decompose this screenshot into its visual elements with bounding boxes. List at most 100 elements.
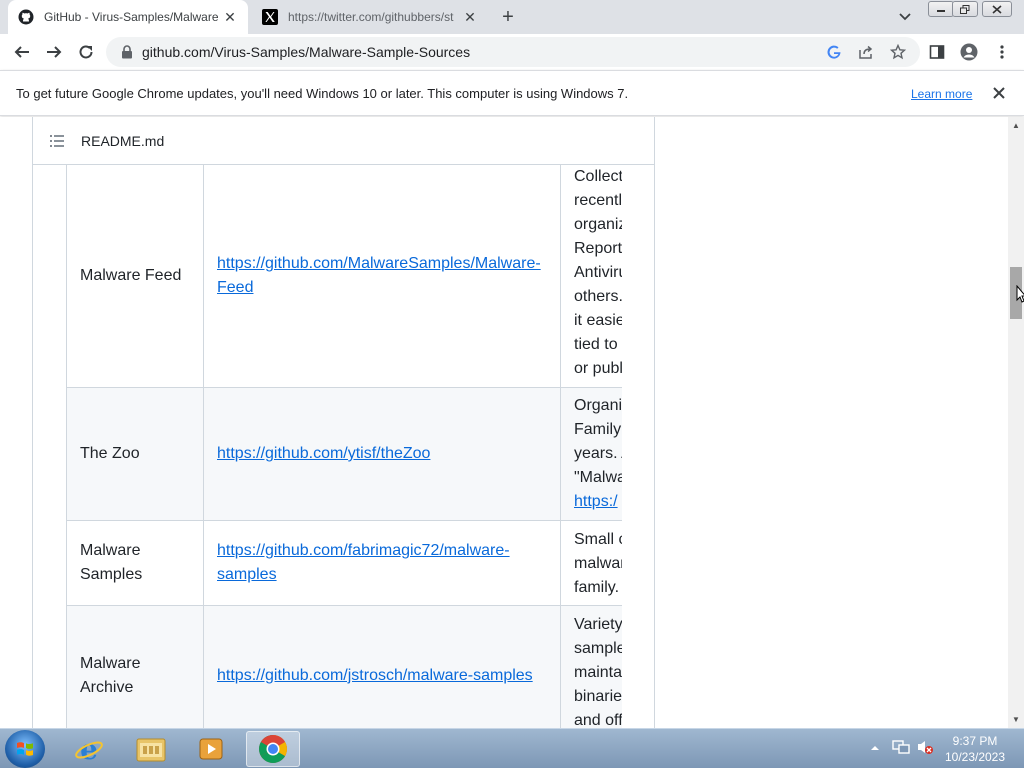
description-line: malwar <box>574 555 622 572</box>
new-tab-button[interactable]: + <box>498 6 518 28</box>
x-twitter-icon <box>262 9 278 25</box>
system-tray <box>866 729 934 768</box>
browser-toolbar: github.com/Virus-Samples/Malware-Sample-… <box>0 34 1024 70</box>
start-button[interactable] <box>5 730 45 768</box>
table-cell-name: Malware Feed <box>66 165 203 387</box>
star-icon[interactable] <box>889 43 907 61</box>
table-cell-description: Organiz Family years. A "Malwa https:/ <box>560 388 622 520</box>
table-cell-name: Malware Samples <box>66 521 203 605</box>
source-name: Malware Archive <box>80 654 141 696</box>
update-infobar: To get future Google Chrome updates, you… <box>0 70 1024 116</box>
reload-icon[interactable] <box>74 40 98 64</box>
source-link[interactable]: samples <box>217 566 277 583</box>
internet-explorer-icon[interactable]: e <box>62 731 116 767</box>
table-row: Malware Archive https://github.com/jstro… <box>66 606 622 728</box>
table-cell-link: https://github.com/fabrimagic72/malware-… <box>203 521 560 605</box>
url-text: github.com/Virus-Samples/Malware-Sample-… <box>142 44 471 60</box>
source-description: Variety sample mainta binarie and off <box>574 613 622 728</box>
windows-explorer-icon[interactable] <box>124 731 178 767</box>
network-icon[interactable] <box>892 739 910 760</box>
mouse-cursor-icon <box>1016 284 1024 305</box>
description-line: years. A <box>574 445 622 462</box>
tab-close-icon[interactable]: ✕ <box>222 9 238 25</box>
description-line: recently <box>574 192 622 209</box>
sources-table: Malware Feed https://github.com/MalwareS… <box>66 165 622 728</box>
table-cell-name: The Zoo <box>66 388 203 520</box>
scroll-up-icon[interactable]: ▲ <box>1012 121 1020 130</box>
google-lens-icon[interactable] <box>825 43 843 61</box>
source-name: Malware Feed <box>80 267 182 284</box>
source-name: The Zoo <box>80 445 140 462</box>
source-link-text: https://github.com/MalwareSamples/Malwar… <box>217 252 550 300</box>
profile-avatar-icon[interactable] <box>960 43 978 61</box>
readme-panel: README.md Malware Feed https://github.co… <box>32 117 655 728</box>
description-line: https:/ <box>574 490 622 514</box>
taskbar-clock[interactable]: 9:37 PM 10/23/2023 <box>940 733 1010 765</box>
table-cell-description: Collect recently organiz Reports Antivir… <box>560 165 622 387</box>
source-link-text: https://github.com/fabrimagic72/malware-… <box>217 539 550 587</box>
table-row: The Zoo https://github.com/ytisf/theZoo … <box>66 388 622 521</box>
media-player-icon[interactable] <box>184 731 238 767</box>
description-line: and off <box>574 712 622 728</box>
tab-title: GitHub - Virus-Samples/Malware <box>44 10 218 24</box>
description-line: organiz <box>574 216 622 233</box>
description-line: Organiz <box>574 397 622 414</box>
readme-filename: README.md <box>81 133 165 149</box>
forward-arrow-icon[interactable] <box>42 40 66 64</box>
tab-close-icon[interactable]: ✕ <box>462 9 478 25</box>
table-row: Malware Feed https://github.com/MalwareS… <box>66 165 622 388</box>
description-line: Variety <box>574 616 622 633</box>
windows-logo-icon <box>17 742 33 756</box>
table-cell-name: Malware Archive <box>66 606 203 728</box>
description-line: Reports <box>574 240 622 257</box>
tab-strip: GitHub - Virus-Samples/Malware ✕ https:/… <box>0 0 1024 34</box>
description-line: Collect <box>574 168 622 185</box>
description-line: Antiviru <box>574 264 622 281</box>
tab-title: https://twitter.com/githubbers/st <box>288 10 454 24</box>
source-link[interactable]: https://github.com/jstrosch/malware-samp… <box>217 667 533 684</box>
description-line: "Malwa <box>574 469 622 486</box>
vertical-scrollbar[interactable]: ▲ ▼ <box>1008 117 1024 728</box>
scroll-down-icon[interactable]: ▼ <box>1012 715 1020 724</box>
lock-icon[interactable] <box>112 45 142 59</box>
source-link-text: https://github.com/ytisf/theZoo <box>217 442 550 466</box>
side-panel-icon[interactable] <box>928 43 946 61</box>
volume-muted-icon[interactable] <box>916 739 934 760</box>
table-cell-description: Small c malwar family. <box>560 521 622 605</box>
minimize-button[interactable] <box>928 1 954 17</box>
source-link[interactable]: https://github.com/MalwareSamples/Malwar… <box>217 255 541 272</box>
description-line: binarie <box>574 688 622 705</box>
description-line: Family <box>574 421 622 438</box>
tab-github[interactable]: GitHub - Virus-Samples/Malware ✕ <box>8 0 248 34</box>
description-link[interactable]: https:/ <box>574 493 618 510</box>
table-cell-description: Variety sample mainta binarie and off <box>560 606 622 728</box>
chevron-down-icon[interactable] <box>896 9 914 25</box>
list-icon[interactable] <box>49 133 65 149</box>
google-chrome-icon[interactable] <box>246 731 300 767</box>
description-line: family. <box>574 579 620 596</box>
description-line: tied to <box>574 336 618 353</box>
description-line: Small c <box>574 531 622 548</box>
source-description: Collect recently organiz Reports Antivir… <box>574 165 622 381</box>
table-cell-link: https://github.com/ytisf/theZoo <box>203 388 560 520</box>
source-link[interactable]: https://github.com/ytisf/theZoo <box>217 445 430 462</box>
source-description: Organiz Family years. A "Malwa https:/ <box>574 394 622 514</box>
address-bar[interactable]: github.com/Virus-Samples/Malware-Sample-… <box>106 37 920 67</box>
show-hidden-icons-icon[interactable] <box>870 740 880 758</box>
source-link-text: https://github.com/jstrosch/malware-samp… <box>217 664 550 688</box>
table-cell-link: https://github.com/MalwareSamples/Malwar… <box>203 165 560 387</box>
source-link[interactable]: Feed <box>217 279 253 296</box>
kebab-menu-icon[interactable] <box>993 43 1011 61</box>
github-icon <box>18 9 34 25</box>
readme-header: README.md <box>33 117 654 165</box>
clock-time: 9:37 PM <box>952 734 998 748</box>
source-link[interactable]: https://github.com/fabrimagic72/malware- <box>217 542 510 559</box>
learn-more-link[interactable]: Learn more <box>911 87 972 101</box>
close-window-button[interactable] <box>982 1 1012 17</box>
share-icon[interactable] <box>857 43 875 61</box>
clock-date: 10/23/2023 <box>944 750 1006 764</box>
restore-button[interactable] <box>952 1 978 17</box>
back-arrow-icon[interactable] <box>10 40 34 64</box>
close-icon[interactable] <box>990 84 1008 102</box>
tab-twitter[interactable]: https://twitter.com/githubbers/st ✕ <box>252 0 488 34</box>
